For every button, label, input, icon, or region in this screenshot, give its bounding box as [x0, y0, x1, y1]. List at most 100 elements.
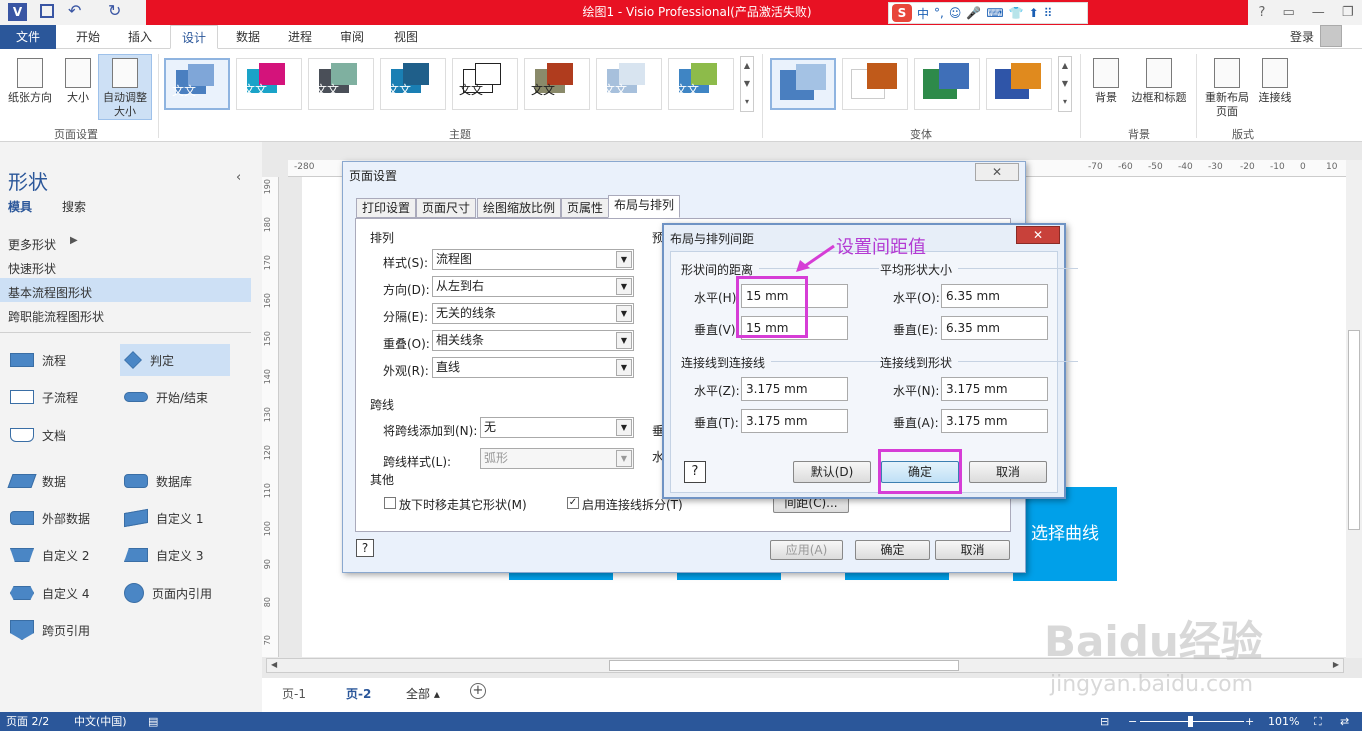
variant-4[interactable]: [986, 58, 1052, 110]
tab-data[interactable]: 数据: [226, 25, 270, 49]
tab-layout-routing[interactable]: 布局与排列: [608, 195, 681, 218]
shape-custom-2[interactable]: 自定义 2: [10, 541, 89, 569]
theme-2[interactable]: 文文: [236, 58, 302, 110]
cc-v-input[interactable]: 3.175 mm: [741, 409, 848, 433]
direction-select[interactable]: 从左到右 ▼: [432, 276, 634, 297]
shape-document[interactable]: 文档: [10, 421, 66, 449]
presentation-icon[interactable]: ⊟: [1100, 712, 1109, 731]
shape-start-end[interactable]: 开始/结束: [124, 383, 208, 411]
cross-functional-stencil[interactable]: 跨职能流程图形状: [8, 308, 104, 325]
tab-view[interactable]: 视图: [384, 25, 428, 49]
language[interactable]: 中文(中国): [74, 712, 127, 731]
tab-design[interactable]: 设计: [170, 25, 218, 49]
theme-7[interactable]: 文文: [596, 58, 662, 110]
variant-3[interactable]: [914, 58, 980, 110]
shape-subprocess[interactable]: 子流程: [10, 383, 78, 411]
shape-on-page-ref[interactable]: 页面内引用: [124, 579, 212, 607]
cancel-button[interactable]: 取消: [935, 540, 1010, 560]
scroll-right-icon[interactable]: ▶: [1333, 660, 1339, 669]
switch-window-icon[interactable]: ⇄: [1340, 712, 1349, 731]
autosize-button[interactable]: 自动调整 大小: [98, 54, 152, 120]
shape-custom-1[interactable]: 自定义 1: [124, 504, 203, 532]
shape-external-data[interactable]: 外部数据: [10, 504, 90, 532]
tab-process[interactable]: 进程: [278, 25, 322, 49]
theme-gallery-scroll[interactable]: ▲ ▼ ▾: [740, 56, 754, 112]
page-tab-2[interactable]: 页-2: [346, 685, 371, 702]
macro-icon[interactable]: ▤: [148, 712, 158, 731]
save-icon[interactable]: [40, 4, 54, 18]
ribbon-display-icon[interactable]: ▭: [1282, 5, 1294, 20]
jump-add-select[interactable]: 无 ▼: [480, 417, 634, 438]
restore-icon[interactable]: ❐: [1342, 5, 1354, 20]
size-button[interactable]: 大小: [60, 56, 96, 105]
variant-gallery-scroll[interactable]: ▲ ▼ ▾: [1058, 56, 1072, 112]
close-icon[interactable]: ✕: [1016, 226, 1060, 244]
select-curve-shape[interactable]: 选择曲线: [1013, 487, 1117, 581]
minimize-icon[interactable]: —: [1312, 5, 1325, 20]
scroll-thumb[interactable]: [609, 660, 959, 671]
connectors-button[interactable]: 连接线: [1254, 56, 1296, 105]
avg-v-input[interactable]: 6.35 mm: [941, 316, 1048, 340]
tab-stencils[interactable]: 模具: [8, 198, 32, 215]
ime-toolbar[interactable]: S 中 °, ☺ 🎤 ⌨ 👕 ⬆ ⠿: [888, 2, 1088, 24]
collapse-panel-icon[interactable]: ‹: [236, 170, 241, 185]
ime-item[interactable]: ⬆: [1029, 6, 1039, 20]
move-others-checkbox[interactable]: [384, 497, 396, 509]
vertical-scrollbar[interactable]: [1346, 160, 1362, 658]
shape-database[interactable]: 数据库: [124, 467, 192, 495]
tab-file[interactable]: 文件: [0, 25, 56, 49]
zoom-level[interactable]: 101%: [1268, 712, 1299, 731]
tab-page-properties[interactable]: 页属性: [561, 198, 610, 218]
avatar[interactable]: [1320, 25, 1342, 47]
scroll-left-icon[interactable]: ◀: [271, 660, 277, 669]
ime-item[interactable]: ⠿: [1044, 6, 1053, 20]
shape-off-page-ref[interactable]: 跨页引用: [10, 616, 90, 644]
quick-shapes-item[interactable]: 快速形状: [8, 260, 56, 277]
close-icon[interactable]: ✕: [975, 163, 1019, 181]
relayout-button[interactable]: 重新布局 页面: [1200, 56, 1254, 119]
shape-process[interactable]: 流程: [10, 346, 66, 374]
all-pages-menu[interactable]: 全部 ▴: [406, 685, 440, 702]
tab-drawing-scale[interactable]: 绘图缩放比例: [477, 198, 562, 218]
default-button[interactable]: 默认(D): [793, 461, 871, 483]
ime-item[interactable]: ☺: [949, 6, 962, 20]
tab-insert[interactable]: 插入: [118, 25, 162, 49]
apply-button[interactable]: 应用(A): [770, 540, 843, 560]
zoom-slider-thumb[interactable]: [1188, 716, 1193, 727]
theme-6[interactable]: 文文: [524, 58, 590, 110]
jump-style-select[interactable]: 弧形 ▼: [480, 448, 634, 469]
background-button[interactable]: 背景: [1086, 56, 1126, 105]
tab-print-setup[interactable]: 打印设置: [356, 198, 417, 218]
tab-search[interactable]: 搜索: [62, 198, 86, 215]
cc-h-input[interactable]: 3.175 mm: [741, 377, 848, 401]
theme-8[interactable]: 文文: [668, 58, 734, 110]
redo-icon[interactable]: ↻: [108, 1, 121, 20]
ime-item[interactable]: ⌨: [986, 6, 1003, 20]
theme-3[interactable]: 文文: [308, 58, 374, 110]
cs-v-input[interactable]: 3.175 mm: [941, 409, 1048, 433]
style-select[interactable]: 流程图 ▼: [432, 249, 634, 270]
shape-data[interactable]: 数据: [7, 467, 66, 495]
theme-1[interactable]: 文文: [164, 58, 230, 110]
theme-4[interactable]: 文文: [380, 58, 446, 110]
borders-titles-button[interactable]: 边框和标题: [1126, 56, 1192, 105]
shape-custom-3[interactable]: 自定义 3: [124, 541, 203, 569]
spacing-cancel-button[interactable]: 取消: [969, 461, 1047, 483]
orientation-button[interactable]: 纸张方向: [4, 56, 56, 105]
zoom-in-icon[interactable]: +: [1245, 712, 1254, 731]
more-shapes-item[interactable]: 更多形状: [8, 236, 56, 253]
help-icon[interactable]: ?: [1259, 5, 1266, 20]
variant-2[interactable]: [842, 58, 908, 110]
zoom-out-icon[interactable]: −: [1128, 712, 1137, 731]
add-page-icon[interactable]: +: [470, 683, 486, 699]
appearance-select[interactable]: 直线 ▼: [432, 357, 634, 378]
shape-custom-4[interactable]: 自定义 4: [10, 579, 89, 607]
login-link[interactable]: 登录: [1290, 28, 1314, 45]
avg-h-input[interactable]: 6.35 mm: [941, 284, 1048, 308]
ime-item[interactable]: 👕: [1009, 6, 1024, 20]
help-icon[interactable]: ?: [356, 539, 374, 557]
tab-page-size[interactable]: 页面尺寸: [416, 198, 477, 218]
basic-flowchart-stencil[interactable]: 基本流程图形状: [8, 284, 92, 301]
ime-item[interactable]: 🎤: [966, 6, 981, 20]
spacing-help-icon[interactable]: ?: [684, 461, 706, 483]
